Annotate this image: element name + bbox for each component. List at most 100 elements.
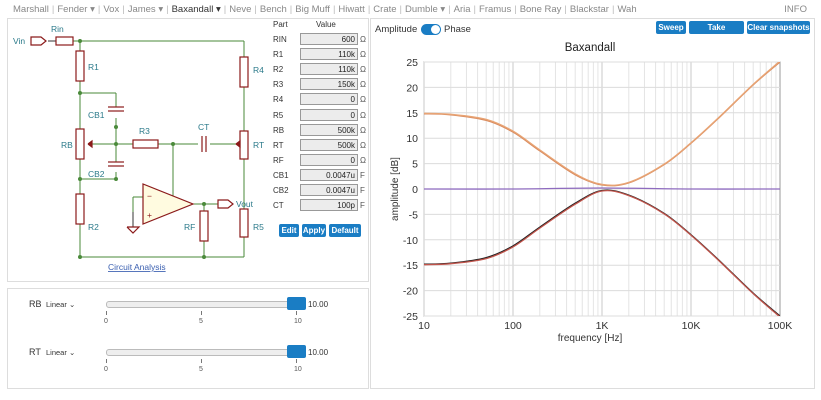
param-value-field[interactable]: 0 [300,93,358,106]
nav-item-big-muff[interactable]: Big Muff [295,4,330,15]
top-navigation: Marshall | Fender ▾ | Vox | James ▾ | Baxandall … [0,0,821,20]
slider-thumb[interactable] [287,345,306,358]
sweep-button[interactable]: Sweep [656,21,686,34]
nav-item-crate[interactable]: Crate [373,4,396,15]
param-unit: F [360,170,365,180]
param-row: RF 0 Ω [270,153,368,169]
slider-mode-select[interactable]: Linear ⌄ [46,348,75,357]
nav-item-hiwatt[interactable]: Hiwatt [338,4,364,15]
param-unit: Ω [360,35,366,44]
slider-tick-mark [106,311,107,315]
param-unit: F [360,201,365,211]
chevron-down-icon[interactable]: ▾ [156,4,163,15]
slider-tick-mark [201,359,202,363]
slider-tick-label: 0 [104,318,108,325]
param-label: R5 [273,110,284,120]
nav-item-bench[interactable]: Bench [260,4,287,15]
slider-tick-label: 10 [294,318,302,325]
chevron-down-icon[interactable]: ▾ [87,4,95,15]
param-label: R3 [273,80,284,90]
nav-item-wah[interactable]: Wah [617,4,636,15]
nav-separator: | [97,4,101,15]
slider-tick-mark [106,359,107,363]
take-snapshot-button[interactable]: Take snapshot [689,21,744,45]
slider-thumb[interactable] [287,297,306,310]
slider-tick-mark [296,359,297,363]
param-value-field[interactable]: 500k [300,123,358,136]
amplitude-phase-toggle[interactable] [421,24,441,35]
slider-tick-mark [201,311,202,315]
param-value-field[interactable]: 0 [300,153,358,166]
info-link[interactable]: INFO [784,4,807,15]
param-unit: Ω [360,140,366,150]
param-row: R4 0 Ω [270,93,368,108]
nav-separator: | [289,4,293,15]
phase-label: Phase [444,24,471,35]
slider-tick-label: 10 [294,366,302,373]
nav-item-baxandall[interactable]: Baxandall [172,4,214,15]
chevron-down-icon[interactable]: ▾ [213,4,221,15]
param-unit: Ω [360,110,366,120]
param-label: CT [273,201,284,211]
slider-value: 10.00 [308,348,329,357]
clear-snapshots-button[interactable]: Clear snapshots [747,21,810,34]
param-value-field[interactable]: 0.0047u [300,184,358,196]
param-value-field[interactable]: 100p [300,199,358,212]
param-label: R4 [273,95,284,105]
param-unit: Ω [360,50,366,60]
nav-item-framus[interactable]: Framus [479,4,511,15]
chevron-down-icon: ⌄ [68,348,76,357]
param-label: RF [273,155,284,165]
param-value-field[interactable]: 110k [300,63,358,76]
nav-item-dumble[interactable]: Dumble [405,4,438,15]
label-ct: CT [198,122,209,132]
param-unit: F [360,186,365,195]
chevron-down-icon: ⌄ [68,300,76,309]
nav-item-blackstar[interactable]: Blackstar [570,4,609,15]
nav-item-marshall[interactable]: Marshall [13,4,49,15]
param-row: RB 500k Ω [270,123,368,139]
label-rt: RT [253,140,264,150]
param-row: RIN 600 Ω [270,33,368,48]
nav-separator: | [564,4,567,15]
slider-track[interactable] [106,349,298,356]
param-value-field[interactable]: 600 [300,33,358,45]
param-value-field[interactable]: 0.0047u [300,168,358,181]
edit-button[interactable]: Edit [279,224,299,237]
param-value-field[interactable]: 150k [300,78,358,91]
slider-panel: RB Linear ⌄ 10.00 0 5 10 RT Linear ⌄ 10.00 0 5 10 [7,288,369,389]
label-r3: R3 [139,126,150,136]
param-label: RT [273,140,284,150]
default-button[interactable]: Default [329,224,361,237]
header-part: Part [273,20,288,29]
param-unit: Ω [360,125,366,135]
slider-mode-select[interactable]: Linear ⌄ [46,300,75,309]
param-value-field[interactable]: 0 [300,108,358,121]
chevron-down-icon[interactable]: ▾ [438,4,445,15]
slider-value: 10.00 [308,300,329,309]
nav-separator: | [448,4,451,15]
slider-tick-label: 0 [104,366,108,373]
nav-item-vox[interactable]: Vox [103,4,119,15]
slider-tick-mark [296,311,297,315]
circuit-analysis-link[interactable]: Circuit Analysis [108,262,166,272]
param-row: CT 100p F [270,199,368,214]
slider-track[interactable] [106,301,298,308]
nav-item-james[interactable]: James [128,4,156,15]
nav-separator: | [332,4,336,15]
nav-item-aria[interactable]: Aria [454,4,471,15]
param-value-field[interactable]: 110k [300,48,358,61]
param-row: R5 0 Ω [270,108,368,124]
label-r5: R5 [253,222,264,232]
nav-item-bone-ray[interactable]: Bone Ray [520,4,562,15]
nav-separator: | [611,4,615,15]
nav-separator: | [51,4,55,15]
param-unit: Ω [360,65,366,75]
apply-button[interactable]: Apply [302,224,326,237]
param-row: R3 150k Ω [270,78,368,93]
param-label: R1 [273,50,284,60]
nav-item-fender[interactable]: Fender [57,4,87,15]
nav-item-neve[interactable]: Neve [229,4,251,15]
param-value-field[interactable]: 500k [300,138,358,151]
param-unit: Ω [360,80,366,90]
